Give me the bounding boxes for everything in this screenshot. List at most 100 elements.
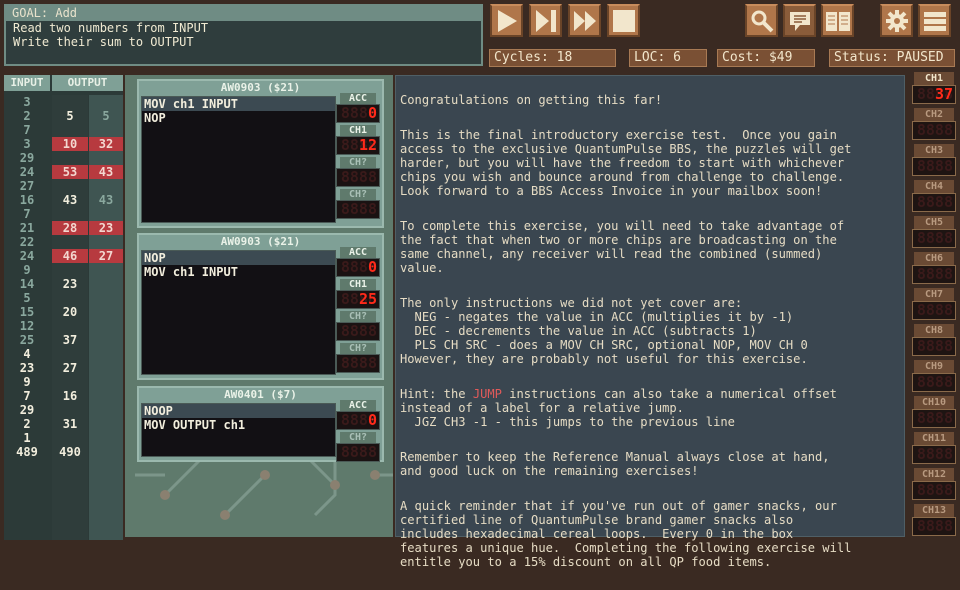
text-paragraph: Congratulations on getting this far! (400, 93, 900, 107)
input-value: 2 (4, 417, 50, 431)
input-value: 489 (4, 445, 50, 459)
code-line[interactable]: NOOP (142, 404, 335, 418)
input-value: 7 (4, 207, 50, 221)
code-line[interactable]: MOV OUTPUT ch1 (142, 418, 335, 432)
seven-segment-display (912, 481, 956, 500)
channel-label: CH3 (914, 144, 954, 157)
chat-icon (788, 9, 812, 33)
expected-output-value: 5 (52, 109, 88, 123)
register-value: 12 (359, 136, 377, 154)
actual-output-value (89, 95, 123, 109)
channel-ch3: CH3 (908, 144, 960, 180)
chip-1: AW0903 ($21)MOV ch1 INPUTNOPACC0CH112CH?… (137, 79, 384, 228)
stop-button[interactable] (607, 4, 640, 37)
input-value: 27 (4, 179, 50, 193)
actual-output-value (89, 347, 123, 361)
seven-segment-display (336, 354, 380, 373)
manual-button[interactable] (821, 4, 854, 37)
seven-segment-display: 0 (336, 104, 380, 123)
code-line[interactable]: MOV ch1 INPUT (142, 97, 335, 111)
input-value: 29 (4, 151, 50, 165)
output-header: OUTPUT (52, 75, 123, 91)
input-value: 24 (4, 165, 50, 179)
code-line[interactable]: NOP (142, 251, 335, 265)
seven-segment-display (336, 200, 380, 219)
expected-output-value (52, 179, 88, 193)
channel-label: CH10 (914, 396, 954, 409)
goal-panel: GOAL: Add Read two numbers from INPUT Wr… (4, 4, 483, 66)
register-value: 0 (368, 258, 377, 276)
code-line[interactable]: MOV ch1 INPUT (142, 265, 335, 279)
chat-button[interactable] (783, 4, 816, 37)
channel-label: CH9 (914, 360, 954, 373)
input-value: 24 (4, 249, 50, 263)
actual-output-value (89, 445, 123, 459)
input-value: 7 (4, 389, 50, 403)
menu-button[interactable] (918, 4, 951, 37)
register-label: CH? (340, 189, 376, 200)
register-column: ACC0CH? (336, 400, 380, 464)
fast-forward-button[interactable] (568, 4, 601, 37)
jump-keyword: JUMP (473, 387, 502, 401)
seven-segment-display (912, 121, 956, 140)
seven-segment-display (912, 373, 956, 392)
register-label: CH1 (340, 125, 376, 136)
play-icon (495, 9, 519, 33)
actual-output-value: 43 (89, 165, 123, 179)
input-value: 9 (4, 263, 50, 277)
seven-segment-display (912, 193, 956, 212)
channel-ch11: CH11 (908, 432, 960, 468)
register-value: 25 (359, 290, 377, 308)
search-icon (750, 9, 774, 33)
code-editor[interactable]: NOOPMOV OUTPUT ch1 (141, 403, 336, 457)
seven-segment-display: 0 (336, 258, 380, 277)
actual-output-value: 43 (89, 193, 123, 207)
gear-icon (885, 9, 909, 33)
register-label: CH1 (340, 279, 376, 290)
channel-label: CH2 (914, 108, 954, 121)
text-paragraph: Remember to keep the Reference Manual al… (400, 450, 900, 478)
goal-line: Read two numbers from INPUT (6, 21, 481, 35)
channel-ch2: CH2 (908, 108, 960, 144)
input-value: 22 (4, 235, 50, 249)
register-value: 0 (368, 411, 377, 429)
io-panel: INPUT OUTPUT 327329242716721222491451512… (4, 75, 123, 540)
input-value: 21 (4, 221, 50, 235)
channel-label: CH7 (914, 288, 954, 301)
seven-segment-display (336, 322, 380, 341)
text-paragraph: A quick reminder that if you've run out … (400, 499, 900, 569)
step-button[interactable] (529, 4, 562, 37)
input-value: 5 (4, 291, 50, 305)
actual-output-value: 27 (89, 249, 123, 263)
register-ch-unassigned: CH? (336, 157, 380, 187)
instructions-text: Congratulations on getting this far! Thi… (395, 75, 905, 537)
expected-output-value (52, 347, 88, 361)
register-label: CH? (340, 343, 376, 354)
code-editor[interactable]: MOV ch1 INPUTNOP (141, 96, 336, 223)
expected-output-value: 31 (52, 417, 88, 431)
run-button[interactable] (490, 4, 523, 37)
seven-segment-display (912, 157, 956, 176)
expected-output-value: 10 (52, 137, 88, 151)
seven-segment-display: 0 (336, 411, 380, 430)
input-value: 16 (4, 193, 50, 207)
seven-segment-display (336, 443, 380, 462)
search-button[interactable] (745, 4, 778, 37)
code-editor[interactable]: NOPMOV ch1 INPUT (141, 250, 336, 375)
chip-2: AW0903 ($21)NOPMOV ch1 INPUTACC0CH125CH?… (137, 233, 384, 380)
actual-output-value (89, 291, 123, 305)
expected-output-value: 28 (52, 221, 88, 235)
expected-output-value (52, 95, 88, 109)
actual-output-value (89, 277, 123, 291)
channel-ch4: CH4 (908, 180, 960, 216)
code-line[interactable]: NOP (142, 111, 335, 125)
channel-label: CH5 (914, 216, 954, 229)
expected-output-value (52, 291, 88, 305)
input-value: 9 (4, 375, 50, 389)
cycles-counter: Cycles: 18 (489, 49, 616, 67)
input-value: 7 (4, 123, 50, 137)
register-label: ACC (340, 93, 376, 104)
settings-button[interactable] (880, 4, 913, 37)
channel-ch10: CH10 (908, 396, 960, 432)
input-value: 14 (4, 277, 50, 291)
